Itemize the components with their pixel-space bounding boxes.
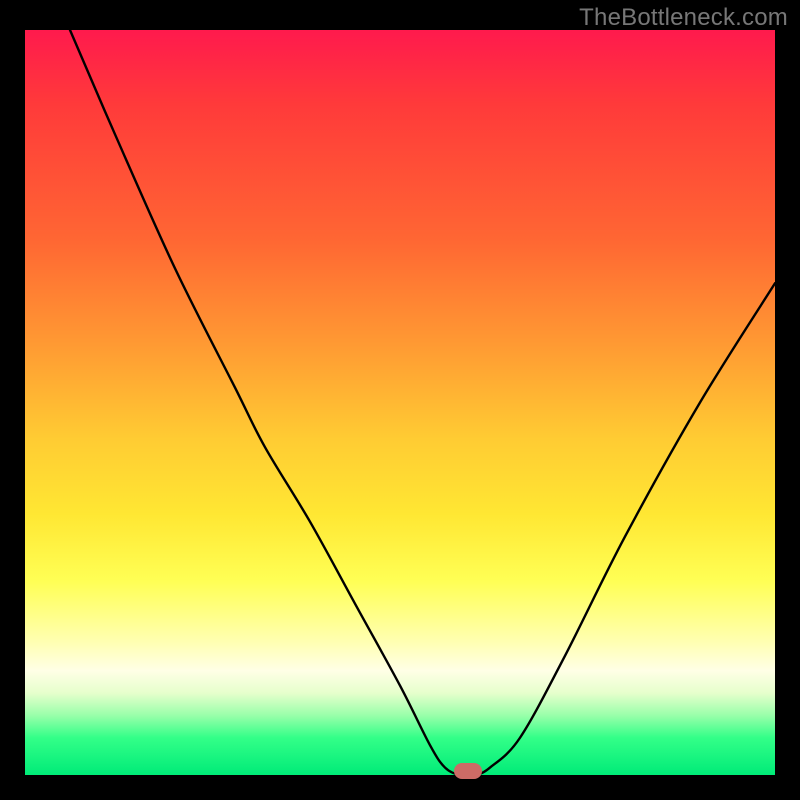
watermark-text: TheBottleneck.com bbox=[579, 4, 788, 32]
plot-area bbox=[25, 30, 775, 775]
curve-line bbox=[70, 30, 775, 775]
optimal-point-marker bbox=[454, 763, 482, 779]
chart-frame: TheBottleneck.com bbox=[0, 0, 800, 800]
bottleneck-curve bbox=[25, 30, 775, 775]
